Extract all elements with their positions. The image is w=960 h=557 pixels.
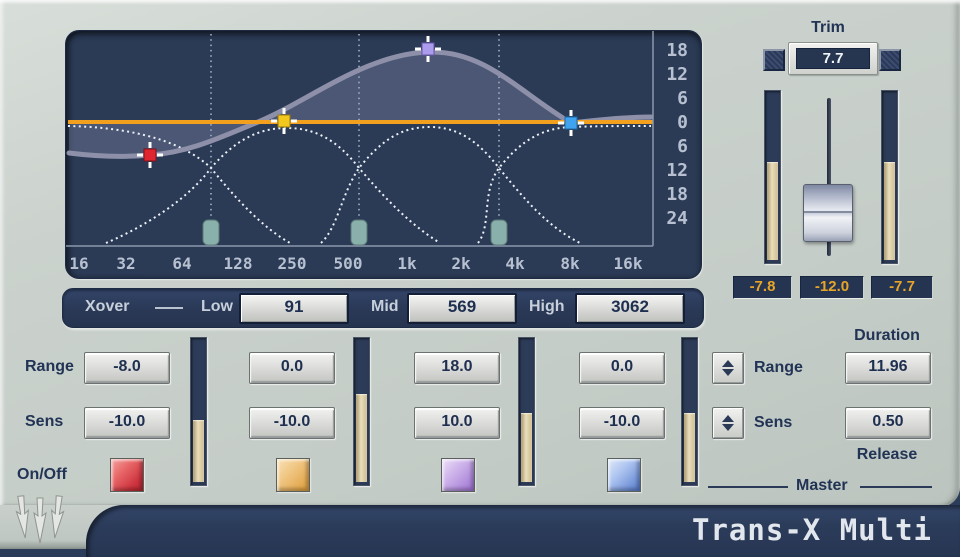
band3-meter: [518, 337, 535, 486]
frequency-graph: 16 32 64 128 250 500 1k 2k 4k 8k 16k 18 …: [65, 30, 702, 279]
xover-low-label: Low: [201, 298, 233, 316]
xover-low-field[interactable]: 91: [239, 293, 349, 324]
trim-label: Trim: [800, 19, 856, 37]
db-tick: 0: [677, 112, 688, 133]
crossover-handles: [203, 220, 507, 245]
db-tick: 6: [677, 88, 688, 109]
band1-range-field[interactable]: -8.0: [84, 352, 170, 384]
xover-mid-label: Mid: [371, 298, 399, 316]
trim-right-button[interactable]: [879, 49, 901, 71]
band2-sens-field[interactable]: -10.0: [249, 407, 335, 439]
title-bar: Trans-X Multi: [86, 505, 960, 557]
trim-meter-left: [764, 90, 781, 264]
freq-tick: 2k: [451, 254, 471, 273]
spinner-up-icon: [722, 360, 734, 367]
spinner-down-icon: [722, 369, 734, 376]
db-tick: 6: [677, 136, 688, 157]
db-tick: 12: [666, 160, 688, 181]
band2-range-field[interactable]: 0.0: [249, 352, 335, 384]
band3-onoff-button[interactable]: [441, 458, 475, 492]
xover-handle-low[interactable]: [203, 220, 219, 245]
meter-right-readout: -7.7: [871, 276, 933, 299]
spinner-down-icon: [722, 424, 734, 431]
band2-node[interactable]: [278, 115, 290, 127]
band3-range-field[interactable]: 18.0: [414, 352, 500, 384]
freq-tick: 1k: [397, 254, 417, 273]
db-tick: 18: [666, 40, 688, 61]
sens-row-label: Sens: [25, 413, 63, 431]
release-label: Release: [845, 446, 929, 464]
band3-sens-field[interactable]: 10.0: [414, 407, 500, 439]
band4-node[interactable]: [565, 117, 577, 129]
band4-range-field[interactable]: 0.0: [579, 352, 665, 384]
trim-meter-right: [881, 90, 898, 264]
duration-label: Duration: [843, 327, 931, 345]
band2-meter: [353, 337, 370, 486]
freq-tick: 250: [278, 254, 307, 273]
freq-tick: 32: [116, 254, 135, 273]
duration-field[interactable]: 11.96: [845, 352, 931, 384]
band1-onoff-button[interactable]: [110, 458, 144, 492]
band3-node[interactable]: [422, 43, 434, 55]
band2-onoff-button[interactable]: [276, 458, 310, 492]
master-sens-label: Sens: [754, 414, 792, 432]
xover-dash: [155, 307, 183, 309]
band1-meter: [190, 337, 207, 486]
trim-left-button[interactable]: [763, 49, 785, 71]
xover-handle-mid[interactable]: [351, 220, 367, 245]
trim-fader-knob[interactable]: [803, 184, 853, 242]
xover-label: Xover: [85, 298, 129, 316]
freq-tick: 16: [69, 254, 88, 273]
plugin-title: Trans-X Multi: [692, 513, 932, 547]
master-divider-right: [860, 486, 932, 488]
xover-high-label: High: [529, 298, 565, 316]
spinner-up-icon: [722, 415, 734, 422]
db-tick: 12: [666, 64, 688, 85]
onoff-row-label: On/Off: [17, 466, 67, 484]
freq-tick: 500: [334, 254, 363, 273]
waves-logo: [15, 494, 73, 548]
band4-sens-field[interactable]: -10.0: [579, 407, 665, 439]
freq-tick: 64: [172, 254, 191, 273]
xover-high-field[interactable]: 3062: [575, 293, 685, 324]
band1-node[interactable]: [144, 149, 156, 161]
trim-value-field[interactable]: 7.7: [796, 48, 870, 69]
band4-node-group: [558, 110, 584, 136]
db-tick: 24: [666, 208, 688, 229]
master-range-spinner[interactable]: [712, 352, 744, 384]
xover-mid-field[interactable]: 569: [407, 293, 517, 324]
xover-bar: Xover Low 91 Mid 569 High 3062: [62, 288, 704, 328]
band1-sens-field[interactable]: -10.0: [84, 407, 170, 439]
band4-meter: [681, 337, 698, 486]
freq-tick: 8k: [560, 254, 580, 273]
master-range-label: Range: [754, 359, 803, 377]
freq-tick: 4k: [505, 254, 525, 273]
freq-tick: 16k: [614, 254, 643, 273]
freq-tick: 128: [224, 254, 253, 273]
master-divider-left: [708, 486, 788, 488]
db-tick: 18: [666, 184, 688, 205]
trim-display-frame: 7.7: [788, 42, 878, 75]
range-row-label: Range: [25, 358, 74, 376]
band4-onoff-button[interactable]: [607, 458, 641, 492]
xover-handle-high[interactable]: [491, 220, 507, 245]
fader-readout: -12.0: [800, 276, 864, 299]
meter-left-readout: -7.8: [733, 276, 792, 299]
release-field[interactable]: 0.50: [845, 407, 931, 439]
master-section-label: Master: [796, 477, 848, 495]
master-sens-spinner[interactable]: [712, 407, 744, 439]
